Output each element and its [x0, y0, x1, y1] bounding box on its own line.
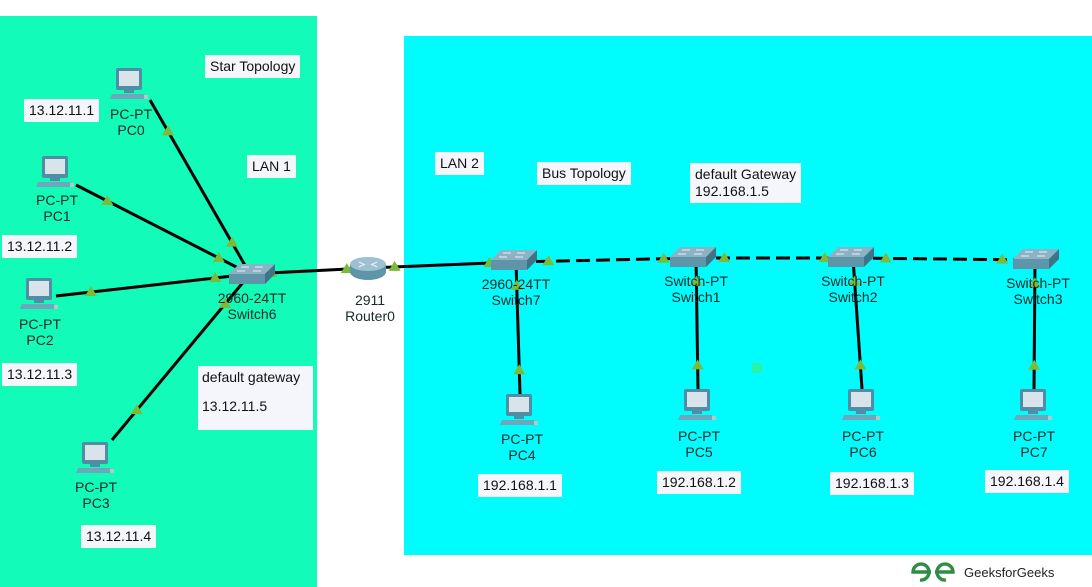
link-switch2-switch3[interactable] — [852, 256, 1036, 262]
pc7-pc-icon[interactable] — [1014, 389, 1052, 420]
switch7-name: Switch7 — [491, 292, 541, 308]
pc5-name: PC5 — [685, 444, 713, 460]
lan1-note: LAN 1 — [247, 155, 296, 178]
pc0-model: PC-PT — [110, 106, 152, 122]
star-topology-note: Star Topology — [205, 55, 301, 78]
bus-topology-note: Bus Topology — [537, 162, 631, 185]
lan1-gateway-note: default gateway 13.12.11.5 — [198, 366, 313, 430]
pc6-label: PC-PT PC6 — [842, 428, 884, 460]
switch2-name: Switch2 — [828, 289, 878, 305]
gfg-logo-icon — [911, 562, 955, 582]
router0-model: 2911 — [354, 292, 386, 308]
lan1-gateway-ip: 13.12.11.5 — [202, 398, 268, 414]
switch3-name: Switch3 — [1013, 291, 1063, 307]
lan2-gateway-ip: 192.168.1.5 — [695, 183, 769, 199]
pc4-name: PC4 — [508, 447, 536, 463]
pc1-ip-label: 13.12.11.2 — [2, 235, 78, 258]
pc0-label: PC-PT PC0 — [110, 106, 152, 138]
link-status-icon — [691, 359, 704, 370]
switch1-switch-icon[interactable] — [669, 246, 717, 268]
geeksforgeeks-logo: GeeksforGeeks — [910, 562, 1054, 582]
pc7-name: PC7 — [1020, 444, 1048, 460]
pc4-model: PC-PT — [501, 431, 543, 447]
switch7-label: 2960-24TT Switch7 — [482, 276, 550, 308]
pc6-ip-label: 192.168.1.3 — [830, 472, 914, 495]
link-status-icon — [1028, 359, 1041, 370]
pc0-pc-icon[interactable] — [110, 68, 148, 99]
pc3-model: PC-PT — [75, 479, 117, 495]
link-status-icon — [513, 364, 526, 375]
lan2-note: LAN 2 — [435, 152, 484, 175]
switch3-switch-icon[interactable] — [1012, 248, 1060, 270]
selection-marker — [752, 363, 762, 373]
pc7-model: PC-PT — [1013, 428, 1055, 444]
switch7-model: 2960-24TT — [481, 276, 551, 292]
switch3-label: Switch-PT Switch3 — [1006, 275, 1070, 307]
switch6-model: 2960-24TT — [217, 290, 287, 306]
switch6-label: 2960-24TT Switch6 — [218, 290, 286, 322]
pc6-pc-icon[interactable] — [842, 389, 880, 420]
pc3-ip-label: 13.12.11.4 — [81, 525, 157, 548]
router0-name: Router0 — [345, 308, 395, 324]
switch1-name: Switch1 — [671, 289, 721, 305]
link-switch7-switch1[interactable] — [515, 256, 697, 264]
pc4-pc-icon[interactable] — [500, 394, 538, 425]
pc2-name: PC2 — [26, 332, 54, 348]
pc5-model: PC-PT — [678, 428, 720, 444]
pc7-label: PC-PT PC7 — [1013, 428, 1055, 460]
pc2-label: PC-PT PC2 — [19, 316, 61, 348]
switch6-name: Switch6 — [227, 306, 277, 322]
switch2-label: Switch-PT Switch2 — [821, 273, 885, 305]
switch2-switch-icon[interactable] — [827, 246, 875, 268]
devices-layer — [20, 68, 1060, 473]
switch1-label: Switch-PT Switch1 — [664, 273, 728, 305]
pc7-ip-label: 192.168.1.4 — [985, 470, 1069, 493]
pc4-ip-label: 192.168.1.1 — [478, 474, 562, 497]
pc0-name: PC0 — [117, 122, 145, 138]
pc6-model: PC-PT — [842, 428, 884, 444]
pc1-name: PC1 — [43, 208, 71, 224]
lan1-gateway-title: default gateway — [202, 369, 301, 385]
router0-router-icon[interactable] — [349, 256, 387, 281]
pc1-label: PC-PT PC1 — [36, 192, 78, 224]
pc5-pc-icon[interactable] — [678, 389, 716, 420]
pc5-ip-label: 192.168.1.2 — [657, 471, 741, 494]
gfg-brand-text: GeeksforGeeks — [964, 564, 1055, 580]
switch3-model: Switch-PT — [1006, 275, 1070, 291]
pc1-model: PC-PT — [36, 192, 78, 208]
pc5-label: PC-PT PC5 — [678, 428, 720, 460]
switch7-switch-icon[interactable] — [490, 249, 538, 271]
link-status-icon — [854, 359, 867, 370]
pc3-label: PC-PT PC3 — [75, 479, 117, 511]
pc1-pc-icon[interactable] — [36, 156, 74, 187]
lan2-gateway-title: default Gateway — [695, 166, 797, 182]
lan2-gateway-note: default Gateway 192.168.1.5 — [690, 163, 802, 203]
pc3-pc-icon[interactable] — [76, 442, 114, 473]
pc6-name: PC6 — [849, 444, 877, 460]
switch1-model: Switch-PT — [664, 273, 728, 289]
pc4-label: PC-PT PC4 — [501, 431, 543, 463]
pc2-ip-label: 13.12.11.3 — [2, 363, 78, 386]
router0-label: 2911 Router0 — [345, 292, 395, 324]
pc2-model: PC-PT — [19, 316, 61, 332]
pc2-pc-icon[interactable] — [20, 278, 58, 309]
pc0-ip-label: 13.12.11.1 — [24, 99, 100, 122]
switch2-model: Switch-PT — [821, 273, 885, 289]
pc3-name: PC3 — [82, 495, 110, 511]
